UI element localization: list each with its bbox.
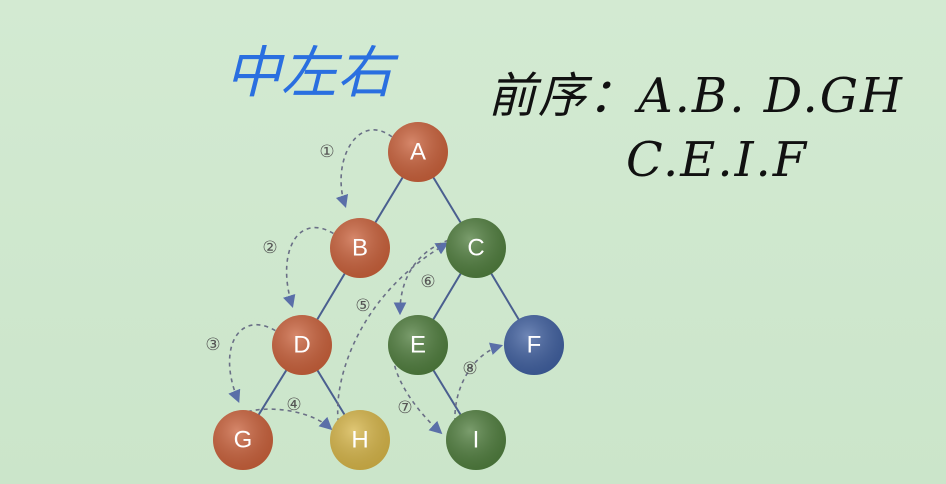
tree-node-label-E: E <box>410 332 426 359</box>
tree-node-D: D <box>272 315 332 375</box>
traversal-order-title: 中左右 <box>225 41 399 106</box>
traversal-step-label-3: ③ <box>205 335 220 355</box>
tree-node-B: B <box>330 218 390 278</box>
tree-node-C: C <box>446 218 506 278</box>
tree-node-label-G: G <box>234 427 253 454</box>
tree-node-H: H <box>330 410 390 470</box>
tree-node-label-D: D <box>293 332 310 359</box>
tree-node-label-H: H <box>351 427 368 454</box>
preorder-result-line-1: 前序：A.B. D.GH <box>488 68 904 124</box>
tree-node-label-A: A <box>410 139 426 166</box>
binary-tree-diagram: ① ② ③ ④ ⑤ ⑥ ⑦ ⑧ A B C D E F G H I 中左右 前序：A.B. D.GH C.E.… <box>205 41 904 470</box>
traversal-step-label-5: ⑤ <box>355 296 370 316</box>
tree-node-label-B: B <box>352 235 368 262</box>
tree-node-G: G <box>213 410 273 470</box>
diagram-canvas: ① ② ③ ④ ⑤ ⑥ ⑦ ⑧ A B C D E F G H I 中左右 前序：A.B. D.GH C.E.… <box>0 0 946 484</box>
tree-node-label-F: F <box>527 332 542 359</box>
traversal-step-label-8: ⑧ <box>462 359 477 379</box>
traversal-step-label-2: ② <box>262 238 277 258</box>
tree-node-F: F <box>504 315 564 375</box>
traversal-step-label-6: ⑥ <box>420 272 435 292</box>
tree-node-label-I: I <box>473 427 480 454</box>
tree-node-A: A <box>388 122 448 182</box>
traversal-arrow-1 <box>335 129 399 209</box>
traversal-step-label-7: ⑦ <box>397 398 412 418</box>
traversal-step-label-1: ① <box>319 142 334 162</box>
preorder-result-line-2: C.E.I.F <box>626 132 808 188</box>
traversal-step-label-4: ④ <box>286 395 301 415</box>
tree-node-label-C: C <box>467 235 484 262</box>
tree-node-E: E <box>388 315 448 375</box>
tree-node-I: I <box>446 410 506 470</box>
